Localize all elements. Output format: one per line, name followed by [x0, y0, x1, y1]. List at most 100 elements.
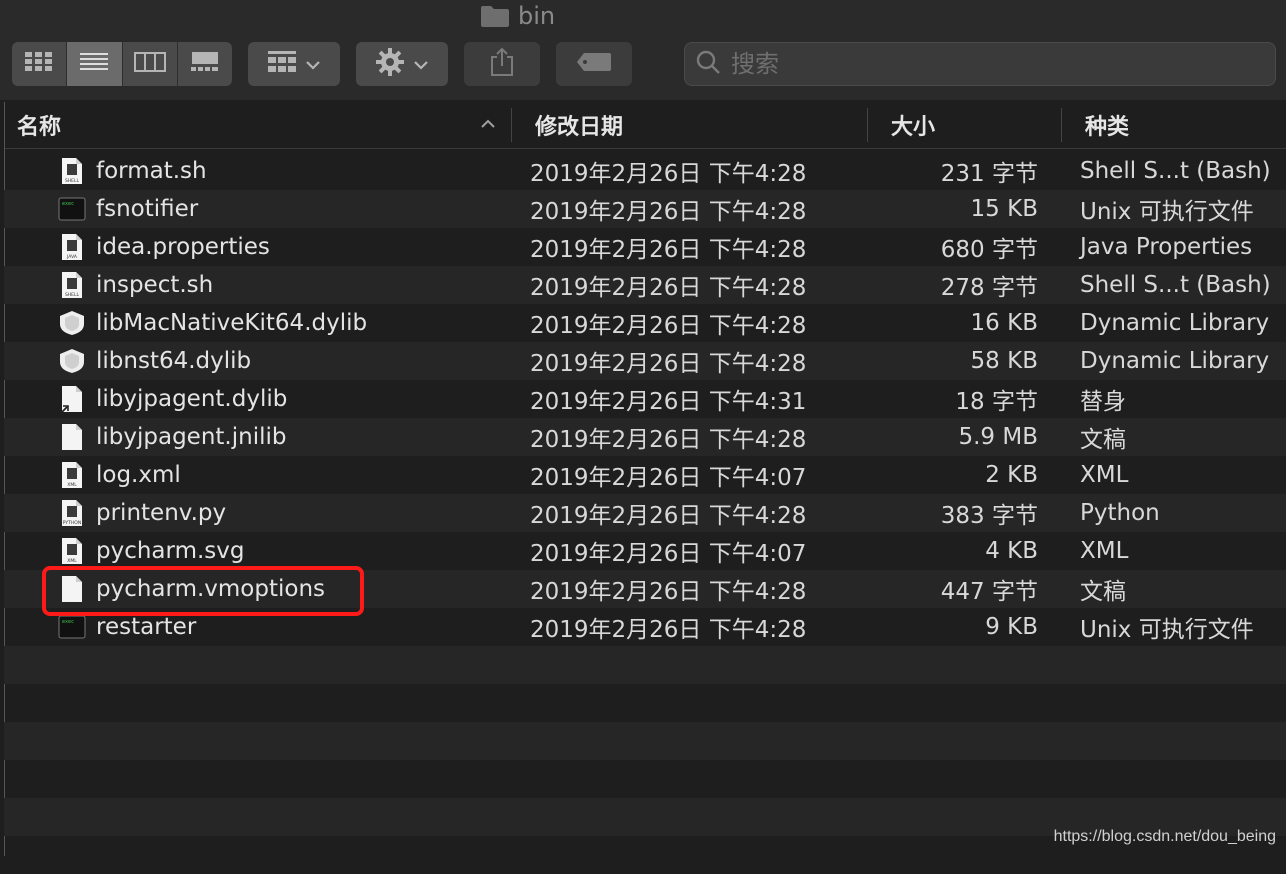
file-size: 16 KB — [970, 310, 1038, 336]
file-name: inspect.sh — [96, 272, 214, 298]
file-date: 2019年2月26日 下午4:28 — [530, 313, 807, 339]
gallery-view-button[interactable] — [178, 42, 232, 86]
empty-row — [4, 722, 1286, 760]
tag-button[interactable] — [556, 42, 632, 86]
file-row[interactable]: libMacNativeKit64.dylib 2019年2月26日 下午4:28… — [4, 304, 1286, 342]
xml-doc-icon: XML — [58, 532, 86, 570]
file-date: 2019年2月26日 下午4:28 — [530, 237, 807, 263]
file-size: 231 字节 — [940, 161, 1038, 187]
file-kind: Python — [1080, 500, 1160, 526]
column-divider[interactable] — [867, 108, 868, 142]
column-header-name[interactable]: 名称 — [17, 102, 61, 148]
file-row[interactable]: PYTHON printenv.py 2019年2月26日 下午4:28 383 字节… — [4, 494, 1286, 532]
file-date: 2019年2月26日 下午4:07 — [530, 465, 807, 491]
svg-text:XML: XML — [67, 482, 77, 488]
column-header-size-label: 大小 — [891, 115, 936, 140]
file-kind: XML — [1080, 538, 1129, 564]
action-menu-button[interactable] — [356, 42, 448, 86]
file-name: libyjpagent.jnilib — [96, 424, 287, 450]
svg-text:exec: exec — [62, 619, 74, 625]
folder-icon — [480, 4, 510, 28]
file-date: 2019年2月26日 下午4:28 — [530, 617, 807, 643]
svg-text:exec: exec — [62, 201, 74, 207]
svg-text:JAVA: JAVA — [66, 254, 78, 260]
share-button[interactable] — [464, 42, 540, 86]
alias-icon — [58, 380, 86, 418]
file-date: 2019年2月26日 下午4:07 — [530, 541, 807, 567]
file-row[interactable]: libyjpagent.dylib 2019年2月26日 下午4:31 18 字节 替… — [4, 380, 1286, 418]
search-icon — [695, 49, 721, 79]
svg-text:XML: XML — [67, 558, 77, 564]
window-title-text: bin — [518, 2, 556, 30]
file-date: 2019年2月26日 下午4:28 — [530, 579, 807, 605]
empty-row — [4, 684, 1286, 722]
file-row[interactable]: SHELL format.sh 2019年2月26日 下午4:28 231 字节 She… — [4, 152, 1286, 190]
java-doc-icon: JAVA — [58, 228, 86, 266]
icon-view-button[interactable] — [12, 42, 68, 86]
column-header-size[interactable]: 大小 — [891, 102, 935, 148]
file-date: 2019年2月26日 下午4:28 — [530, 161, 807, 187]
column-header-kind[interactable]: 种类 — [1085, 102, 1129, 148]
column-divider[interactable] — [511, 108, 512, 142]
terminal-exec-icon: exec — [58, 190, 86, 228]
file-size: 58 KB — [970, 348, 1038, 374]
list-icon — [79, 51, 109, 77]
file-name: fsnotifier — [96, 196, 199, 222]
file-row[interactable]: JAVA idea.properties 2019年2月26日 下午4:28 680 … — [4, 228, 1286, 266]
svg-text:SHELL: SHELL — [65, 292, 80, 298]
file-name: printenv.py — [96, 500, 227, 526]
file-kind: Dynamic Library — [1080, 348, 1270, 374]
file-row[interactable]: libnst64.dylib 2019年2月26日 下午4:28 58 KB Dyna… — [4, 342, 1286, 380]
file-size: 383 字节 — [940, 503, 1038, 529]
file-date: 2019年2月26日 下午4:28 — [530, 351, 807, 377]
column-header-name-label: 名称 — [17, 115, 62, 140]
svg-text:SHELL: SHELL — [65, 178, 80, 184]
empty-row — [4, 760, 1286, 798]
file-date: 2019年2月26日 下午4:28 — [530, 275, 807, 301]
file-name: log.xml — [96, 462, 181, 488]
file-name: libnst64.dylib — [96, 348, 252, 374]
gear-icon — [375, 47, 405, 81]
group-by-button[interactable] — [248, 42, 340, 86]
file-size: 4 KB — [985, 538, 1038, 564]
file-row[interactable]: exec fsnotifier 2019年2月26日 下午4:28 15 KB Unix… — [4, 190, 1286, 228]
file-kind: Shell S...t (Bash) — [1080, 158, 1271, 184]
list-view-button[interactable] — [67, 42, 123, 86]
file-name: libMacNativeKit64.dylib — [96, 310, 368, 336]
search-field[interactable] — [684, 42, 1276, 86]
column-header-date-label: 修改日期 — [535, 115, 624, 140]
column-divider[interactable] — [1061, 108, 1062, 142]
blank-doc-icon — [58, 418, 86, 456]
file-kind: 替身 — [1080, 389, 1126, 415]
file-date: 2019年2月26日 下午4:28 — [530, 503, 807, 529]
search-input[interactable] — [729, 49, 1253, 79]
file-size: 15 KB — [970, 196, 1038, 222]
python-doc-icon: PYTHON — [58, 494, 86, 532]
file-row[interactable]: SHELL inspect.sh 2019年2月26日 下午4:28 278 字节 Sh… — [4, 266, 1286, 304]
file-kind: XML — [1080, 462, 1129, 488]
file-row[interactable]: XML pycharm.svg 2019年2月26日 下午4:07 4 KB XML — [4, 532, 1286, 570]
file-name: format.sh — [96, 158, 207, 184]
file-row[interactable]: libyjpagent.jnilib 2019年2月26日 下午4:28 5.9 M… — [4, 418, 1286, 456]
file-name: pycharm.svg — [96, 538, 245, 564]
file-kind: Java Properties — [1080, 234, 1253, 260]
list-header: 名称 修改日期 大小 种类 — [5, 102, 1286, 149]
xml-doc-icon: XML — [58, 456, 86, 494]
share-icon — [489, 47, 515, 81]
file-date: 2019年2月26日 下午4:31 — [530, 389, 807, 415]
file-date: 2019年2月26日 下午4:28 — [530, 199, 807, 225]
empty-row — [4, 646, 1286, 684]
group-grid-icon — [267, 50, 297, 78]
tag-icon — [576, 52, 612, 76]
column-header-date[interactable]: 修改日期 — [535, 102, 623, 148]
file-size: 447 字节 — [940, 579, 1038, 605]
column-view-button[interactable] — [123, 42, 178, 86]
dylib-icon — [58, 342, 86, 380]
shell-doc-icon: SHELL — [58, 152, 86, 190]
dylib-icon — [58, 304, 86, 342]
file-date: 2019年2月26日 下午4:28 — [530, 427, 807, 453]
file-row[interactable]: XML log.xml 2019年2月26日 下午4:07 2 KB XML — [4, 456, 1286, 494]
svg-text:PYTHON: PYTHON — [63, 520, 81, 526]
watermark: https://blog.csdn.net/dou_being — [1053, 828, 1276, 845]
file-size: 5.9 MB — [958, 424, 1038, 450]
